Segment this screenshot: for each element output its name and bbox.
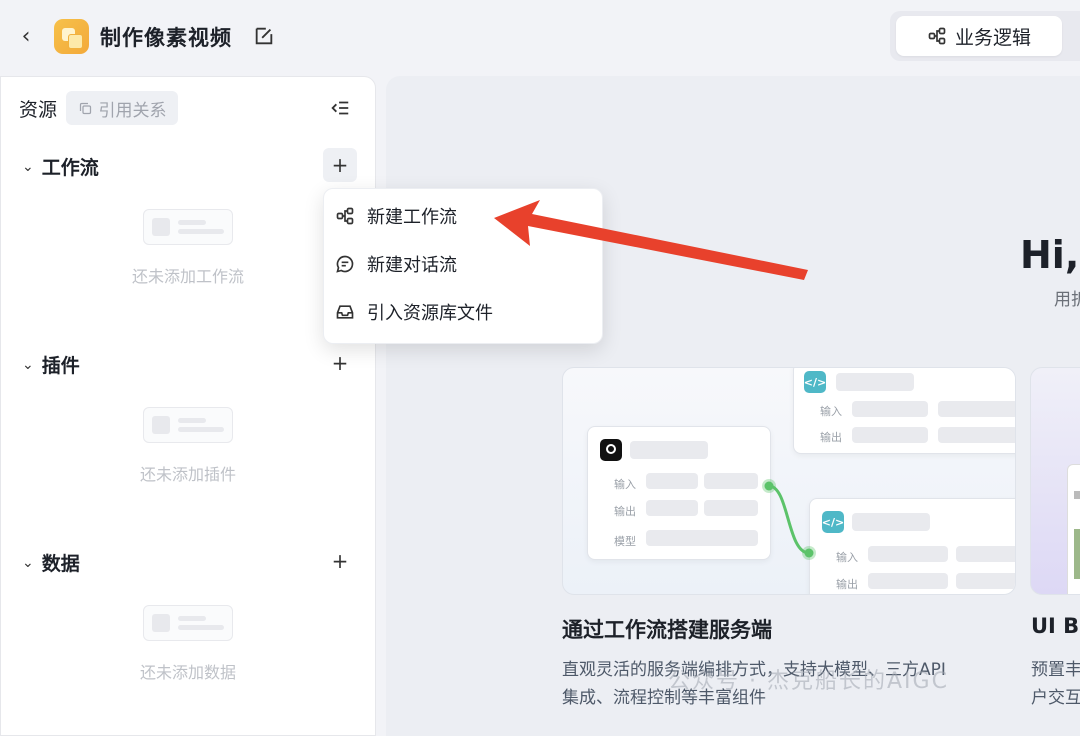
back-icon[interactable]: ‹ <box>14 24 38 49</box>
card-description-line: 集成、流程控制等丰富组件 <box>562 688 766 708</box>
card-description-line: 直观灵活的服务端编排方式，支持大模型、三方API <box>562 660 946 680</box>
sidebar-title: 资源 <box>19 99 58 121</box>
card-description-line: 户交互 <box>1031 688 1080 708</box>
app-title: 制作像素视频 <box>100 26 232 50</box>
ui-preview-image <box>1067 464 1080 594</box>
empty-plugin-text: 还未添加插件 <box>139 465 236 484</box>
section-title: 数据 <box>41 553 80 575</box>
menu-item-label: 新建对话流 <box>367 255 457 276</box>
workflow-icon <box>928 27 946 45</box>
workflow-icon <box>336 207 354 225</box>
add-plugin-button[interactable]: + <box>323 346 357 380</box>
chevron-down-icon: ⌄ <box>22 158 34 175</box>
section-workflow[interactable]: ⌄ 工作流 <box>22 153 99 180</box>
card-description: 直观灵活的服务端编排方式，支持大模型、三方API 集成、流程控制等丰富组件 <box>562 656 1022 712</box>
empty-workflow-text: 还未添加工作流 <box>131 267 244 286</box>
menu-item-label: 新建工作流 <box>367 207 457 228</box>
node-connector <box>762 479 816 560</box>
reference-relations-label: 引用关系 <box>98 100 167 121</box>
section-data[interactable]: ⌄ 数据 <box>22 549 80 576</box>
inbox-icon <box>336 305 354 319</box>
section-plugin[interactable]: ⌄ 插件 <box>22 351 80 378</box>
empty-placeholder-image <box>143 209 233 245</box>
chevron-down-icon: ⌄ <box>22 554 34 571</box>
edit-icon[interactable] <box>253 25 275 47</box>
card-title: UI Bu <box>1031 614 1080 638</box>
workflow-server-card[interactable]: </> 输入 输出 输入 输出 模型 </> 输入 输出 <box>562 367 1016 595</box>
empty-placeholder-image <box>143 605 233 641</box>
section-title: 工作流 <box>41 157 99 179</box>
chevron-down-icon: ⌄ <box>22 356 34 373</box>
add-workflow-button[interactable]: + <box>323 148 357 182</box>
menu-item-import-library[interactable]: 引入资源库文件 <box>333 292 595 332</box>
greeting-title: Hi, <box>1020 233 1080 277</box>
copy-icon <box>79 102 91 114</box>
add-data-button[interactable]: + <box>323 544 357 578</box>
card-description: 预置丰 户交互 <box>1031 656 1080 712</box>
menu-item-label: 引入资源库文件 <box>367 303 493 324</box>
empty-data-text: 还未添加数据 <box>139 663 236 682</box>
annotation-arrow <box>494 200 808 280</box>
empty-placeholder-image <box>143 407 233 443</box>
card-title: 通过工作流搭建服务端 <box>562 618 772 642</box>
card-description-line: 预置丰 <box>1031 660 1080 680</box>
business-logic-label: 业务逻辑 <box>954 26 1031 49</box>
reference-relations-button[interactable]: 引用关系 <box>66 91 178 125</box>
ui-builder-card[interactable] <box>1030 367 1080 595</box>
collapse-sidebar-icon[interactable] <box>329 97 351 119</box>
business-logic-tab[interactable]: 业务逻辑 <box>896 16 1062 56</box>
chat-icon <box>336 255 354 273</box>
section-title: 插件 <box>41 355 80 377</box>
app-logo <box>54 19 89 54</box>
greeting-subtitle: 用折 <box>1054 290 1080 310</box>
